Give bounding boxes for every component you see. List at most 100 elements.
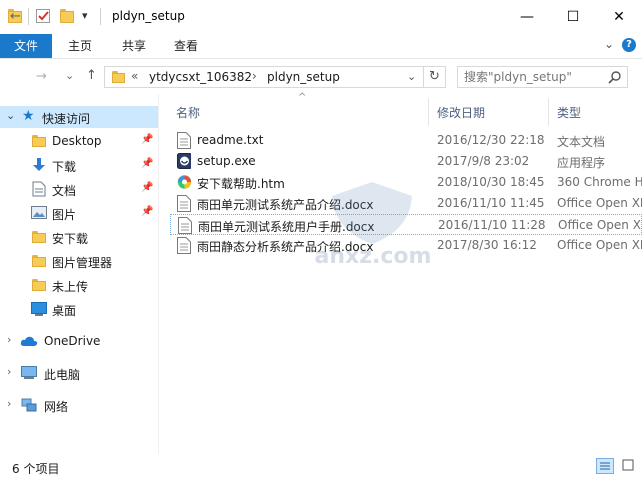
collapse-chevron-icon[interactable]: ⌄ [6,109,15,122]
file-name: setup.exe [197,154,256,168]
folder-icon [112,71,125,83]
file-type: 文本文档 [557,135,606,149]
file-name: readme.txt [197,133,264,147]
star-icon: ★ [22,108,35,124]
expand-chevron-icon[interactable]: › [7,365,11,378]
expand-chevron-icon[interactable]: › [7,333,11,346]
forward-button[interactable]: → [36,69,47,84]
network-icon [21,398,37,412]
quick-access-dropdown[interactable]: ▾ [82,9,88,22]
back-button[interactable]: ← [10,9,21,24]
file-name: 安下载帮助.htm [197,177,285,191]
item-count: 6 个项目 [12,462,60,476]
address-segment-pldyn-setup[interactable]: pldyn_setup [267,70,340,84]
address-dropdown-button[interactable]: ⌄ [407,70,416,83]
address-separator[interactable]: › [252,69,257,83]
file-type: Office Open XML [557,238,642,252]
column-header-modified[interactable]: 修改日期 [437,104,485,121]
nav-item-label: Desktop [52,134,102,148]
file-type: 360 Chrome HTML [557,175,642,189]
nav-item-picture-manager[interactable]: 图片管理器 [0,250,158,272]
navigation-pane: ⌄ ★ 快速访问 Desktop 📌 下载 📌 文档 📌 图片 📌 安下载 图片… [0,100,158,452]
refresh-button[interactable]: ↻ [429,69,440,84]
folder-icon [32,255,46,267]
expand-chevron-icon[interactable]: › [7,397,11,410]
column-divider[interactable] [428,98,429,126]
computer-icon [21,366,37,379]
tab-view[interactable]: 查看 [164,34,208,58]
nav-item-desktop[interactable]: Desktop 📌 [0,130,158,152]
nav-item-documents[interactable]: 文档 📌 [0,178,158,200]
pin-icon[interactable]: 📌 [141,206,153,217]
ribbon-expand-button[interactable]: ⌄ [604,37,614,51]
large-icons-view-button[interactable] [620,458,638,474]
docx-file-icon [177,195,191,212]
nav-quick-access-label: 快速访问 [42,112,91,126]
address-segment-ytdycsxt[interactable]: ytdycsxt_106382 [149,70,252,84]
properties-icon[interactable] [36,9,50,23]
search-icon[interactable] [608,70,622,84]
nav-this-pc[interactable]: › 此电脑 [0,362,158,384]
cloud-icon [20,336,38,346]
pin-icon[interactable]: 📌 [141,182,153,193]
tab-file[interactable]: 文件 [0,34,52,58]
file-type: Office Open XML [558,218,642,232]
watermark-logo: anxz.com [288,178,458,278]
download-icon [33,158,45,171]
column-header-name[interactable]: 名称 [176,104,200,121]
file-modified: 2016/12/30 22:18 [437,133,545,147]
nav-root-label: 网络 [44,400,69,414]
new-folder-icon[interactable] [60,9,74,23]
nav-item-label: 下载 [52,160,77,174]
nav-item-pictures[interactable]: 图片 📌 [0,202,158,224]
browser-html-icon [177,175,191,189]
column-header-type[interactable]: 类型 [557,104,581,121]
search-box[interactable] [457,66,628,88]
nav-item-label: 文档 [52,184,77,198]
file-row-setup[interactable]: setup.exe 2017/9/8 23:02 应用程序 [170,151,642,172]
nav-item-not-uploaded[interactable]: 未上传 [0,274,158,296]
file-row-readme[interactable]: readme.txt 2016/12/30 22:18 文本文档 [170,130,642,151]
maximize-button[interactable]: ☐ [550,0,596,34]
file-type: 应用程序 [557,156,606,170]
nav-onedrive[interactable]: › OneDrive [0,330,158,352]
nav-root-label: OneDrive [44,334,101,348]
nav-item-label: 未上传 [52,280,89,294]
watermark-text: anxz.com [314,244,432,269]
text-file-icon [177,132,191,149]
close-button[interactable]: ✕ [596,0,642,34]
status-bar: 6 个项目 [0,454,642,478]
minimize-button[interactable]: — [504,0,550,34]
search-input[interactable] [464,69,600,85]
details-view-button[interactable] [596,458,614,474]
ribbon-tabs: 文件 主页 共享 查看 ⌄ ? [0,34,642,59]
nav-network[interactable]: › 网络 [0,394,158,416]
nav-item-downloads[interactable]: 下载 📌 [0,154,158,176]
address-bar[interactable]: « ytdycsxt_106382 › pldyn_setup ⌄ ↻ [104,66,446,88]
nav-item-label: 安下载 [52,232,89,246]
docx-file-icon [177,237,191,254]
title-divider [100,8,101,25]
help-button[interactable]: ? [622,38,636,52]
docx-file-icon [178,217,192,234]
address-overflow-button[interactable]: « [131,69,138,83]
nav-item-label: 图片 [52,208,77,222]
pane-divider[interactable] [158,94,159,454]
nav-quick-access[interactable]: ⌄ ★ 快速访问 [0,106,158,128]
up-button[interactable]: ↑ [86,68,97,83]
tab-home[interactable]: 主页 [58,34,102,58]
nav-item-anxiazai[interactable]: 安下载 [0,226,158,248]
folder-icon [32,231,46,243]
toolbar-divider [28,8,29,25]
address-divider [423,67,424,87]
nav-item-desktop-cn[interactable]: 桌面 [0,298,158,320]
sort-indicator-icon: ^ [298,92,307,103]
pin-icon[interactable]: 📌 [141,158,153,169]
tab-share[interactable]: 共享 [112,34,156,58]
pin-icon[interactable]: 📌 [141,134,153,145]
column-divider[interactable] [548,98,549,126]
recent-locations-button[interactable]: ⌄ [65,69,74,82]
pictures-icon [31,206,47,219]
large-icons-view-icon [622,459,634,471]
nav-item-label: 桌面 [52,304,77,318]
